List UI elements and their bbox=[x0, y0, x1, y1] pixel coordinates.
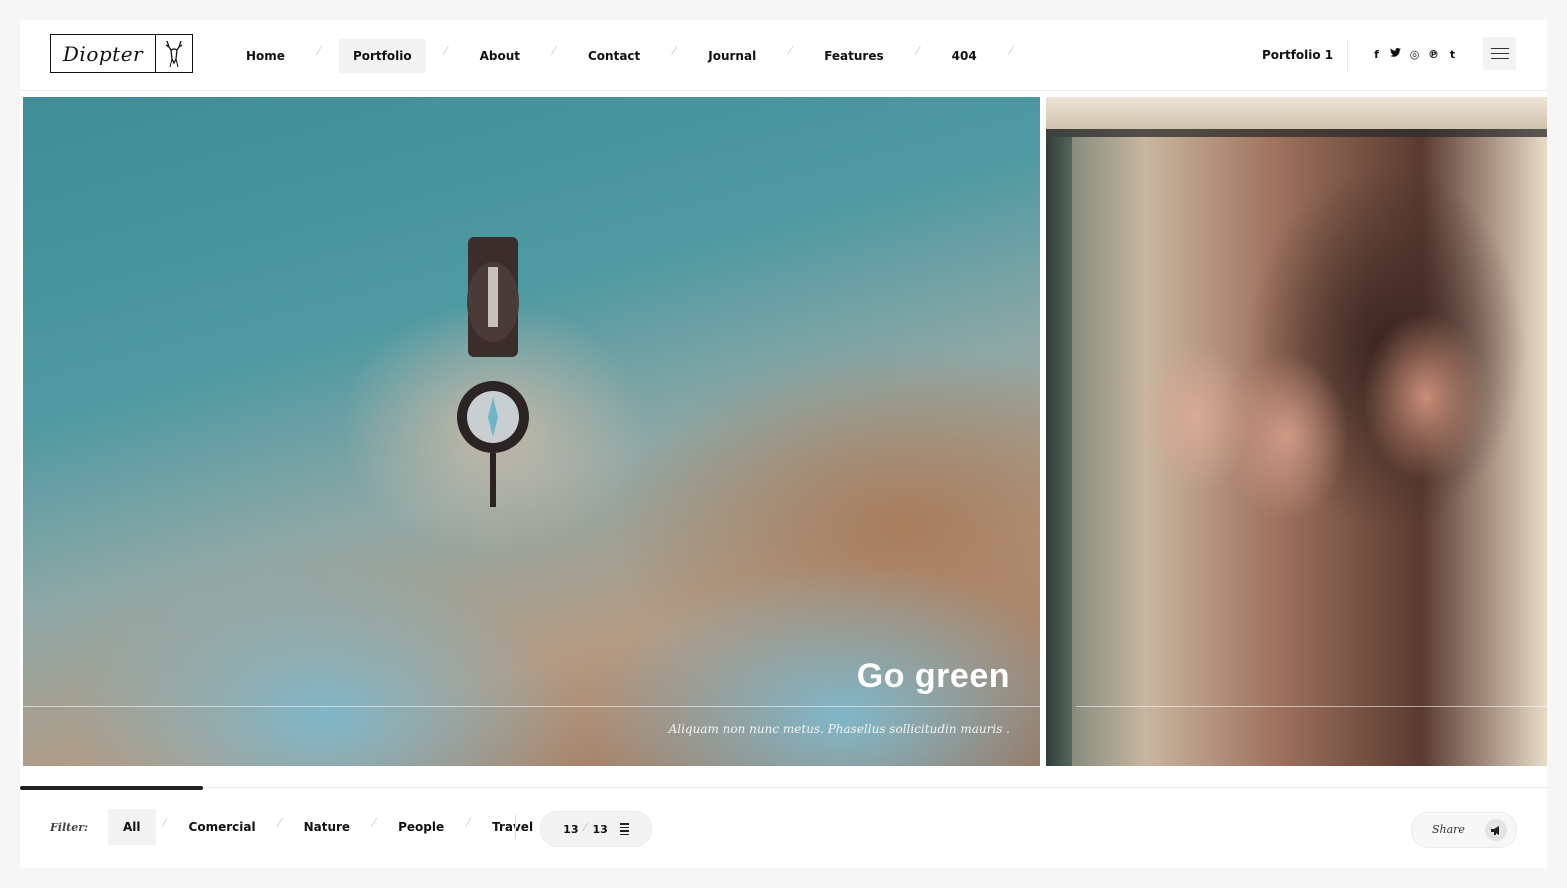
facebook-icon[interactable]: f bbox=[1370, 48, 1383, 61]
car-pillar bbox=[1046, 137, 1072, 766]
counter-total: 13 bbox=[592, 822, 608, 836]
twitter-icon[interactable] bbox=[1389, 48, 1402, 61]
slider-progress-fill bbox=[20, 786, 204, 790]
counter-current: 13 bbox=[563, 822, 579, 836]
filter-bar: All ⁄ Comercial ⁄ Nature ⁄ People ⁄ Trav… bbox=[108, 809, 548, 845]
filter-separator: ⁄ bbox=[467, 816, 470, 830]
counter-separator: ⁄ bbox=[584, 820, 587, 834]
nav-item-portfolio[interactable]: Portfolio bbox=[338, 39, 426, 73]
filter-separator: ⁄ bbox=[373, 816, 376, 830]
nav-separator: ⁄ bbox=[552, 44, 555, 58]
slide-caption-line bbox=[23, 706, 1040, 707]
main-nav: Home ⁄ Portfolio ⁄ About ⁄ Contact ⁄ Jou… bbox=[232, 39, 1031, 73]
slide-counter: 13 ⁄ 13 bbox=[540, 811, 652, 847]
megaphone-icon bbox=[1485, 819, 1507, 841]
list-view-icon[interactable] bbox=[619, 823, 629, 835]
logo-text: Diopter bbox=[51, 35, 156, 72]
slide-go-green[interactable]: Go green Aliquam non nunc metus. Phasell… bbox=[23, 97, 1040, 766]
logo[interactable]: Diopter bbox=[50, 34, 193, 73]
nav-item-contact[interactable]: Contact bbox=[574, 39, 654, 73]
slide-title: Go green bbox=[856, 657, 1010, 695]
nav-item-404[interactable]: 404 bbox=[938, 39, 991, 73]
nav-item-journal[interactable]: Journal bbox=[694, 39, 770, 73]
slider-progress-track bbox=[20, 787, 1547, 788]
social-links: f ◎ ℗ t bbox=[1370, 48, 1459, 61]
nav-item-home[interactable]: Home bbox=[232, 39, 299, 73]
compass-image bbox=[457, 237, 529, 507]
car-window-rim bbox=[1046, 129, 1547, 137]
nav-separator: ⁄ bbox=[673, 44, 676, 58]
site-header: Diopter Home ⁄ Portfolio ⁄ About ⁄ Conta… bbox=[20, 20, 1547, 91]
share-label: Share bbox=[1432, 823, 1465, 836]
filter-nature[interactable]: Nature bbox=[289, 809, 365, 845]
current-page-label: Portfolio 1 bbox=[1262, 48, 1334, 62]
share-button[interactable]: Share bbox=[1411, 812, 1517, 848]
pinterest-icon[interactable]: ℗ bbox=[1427, 48, 1440, 61]
deer-head-icon bbox=[156, 35, 192, 72]
nav-separator: ⁄ bbox=[317, 44, 320, 58]
filter-separator: ⁄ bbox=[278, 816, 281, 830]
slide-caption-line bbox=[1076, 706, 1547, 707]
filter-separator: ⁄ bbox=[163, 816, 166, 830]
nav-separator: ⁄ bbox=[789, 44, 792, 58]
instagram-icon[interactable]: ◎ bbox=[1408, 48, 1421, 61]
filter-people[interactable]: People bbox=[383, 809, 459, 845]
nav-item-about[interactable]: About bbox=[466, 39, 534, 73]
nav-separator: ⁄ bbox=[916, 44, 919, 58]
slide-subtitle: Aliquam non nunc metus. Phasellus sollic… bbox=[668, 722, 1010, 736]
car-roof bbox=[1046, 97, 1547, 129]
nav-separator: ⁄ bbox=[1009, 44, 1012, 58]
filter-all[interactable]: All bbox=[108, 809, 156, 845]
filter-travel[interactable]: Travel bbox=[477, 809, 548, 845]
hamburger-menu-icon[interactable] bbox=[1483, 37, 1516, 70]
tumblr-icon[interactable]: t bbox=[1446, 48, 1459, 61]
nav-separator: ⁄ bbox=[444, 44, 447, 58]
slide-road-trip[interactable] bbox=[1046, 97, 1547, 766]
nav-item-features[interactable]: Features bbox=[810, 39, 897, 73]
filter-label: Filter: bbox=[50, 821, 89, 834]
footer-divider bbox=[515, 815, 516, 839]
header-divider bbox=[1347, 40, 1348, 71]
filter-comercial[interactable]: Comercial bbox=[174, 809, 271, 845]
page-frame: Diopter Home ⁄ Portfolio ⁄ About ⁄ Conta… bbox=[20, 20, 1547, 868]
